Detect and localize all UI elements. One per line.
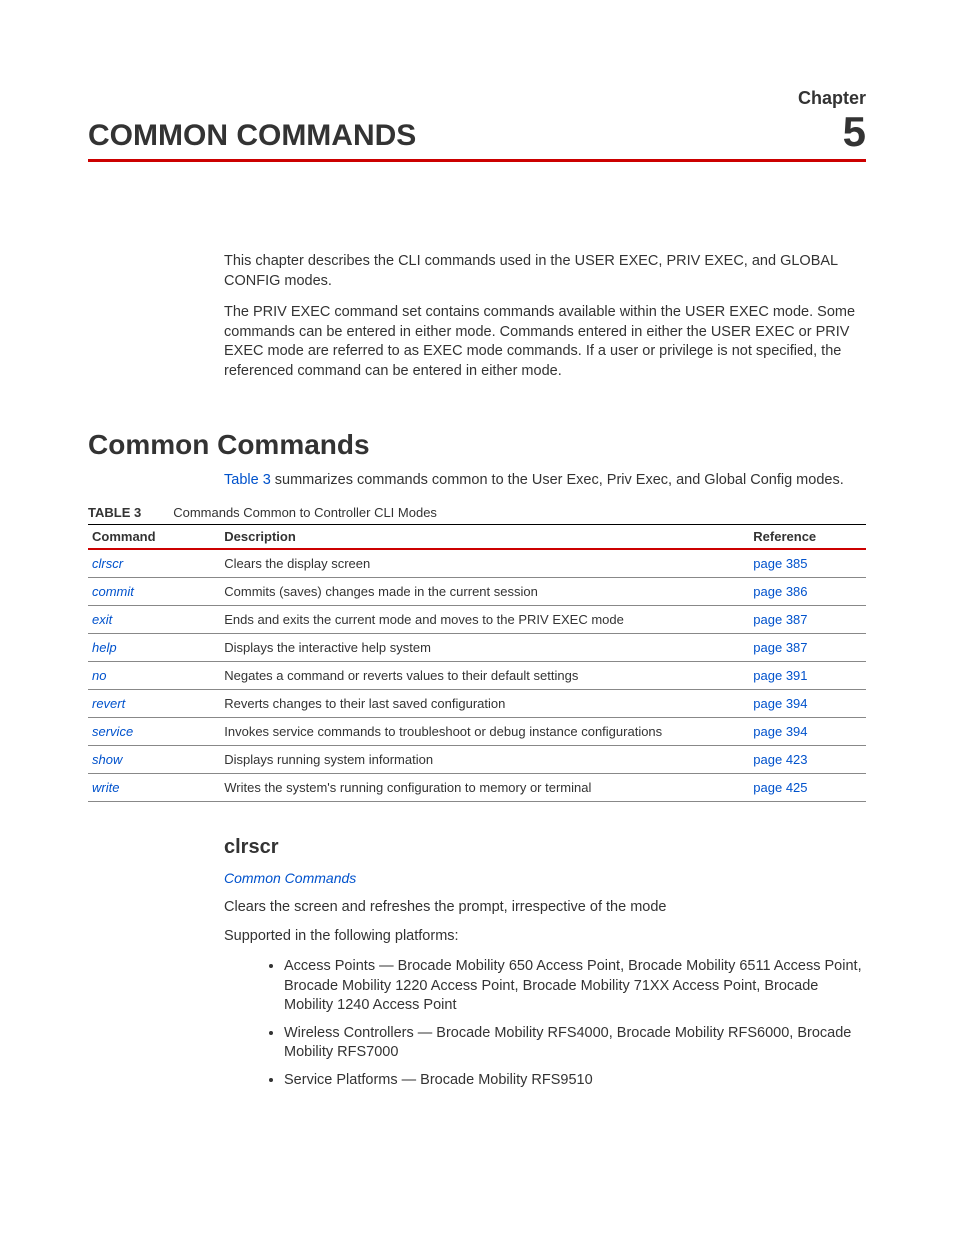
clrscr-description: Clears the screen and refreshes the prom… (224, 898, 866, 918)
page-ref-link[interactable]: page 385 (753, 556, 807, 571)
platform-item: Service Platforms — Brocade Mobility RFS… (284, 1071, 866, 1091)
command-description: Displays running system information (220, 745, 749, 773)
page-ref-link[interactable]: page 387 (753, 640, 807, 655)
table-caption-text: Commands Common to Controller CLI Modes (173, 505, 437, 520)
commands-table: Command Description Reference clrscr Clea… (88, 524, 866, 802)
table-caption: TABLE 3 Commands Common to Controller CLI… (88, 505, 866, 520)
table-row: show Displays running system information p… (88, 745, 866, 773)
command-link[interactable]: write (92, 780, 119, 795)
command-description: Invokes service commands to troubleshoot… (220, 717, 749, 745)
section-heading: Common Commands (88, 429, 866, 461)
col-header-reference: Reference (749, 524, 866, 549)
command-description: Ends and exits the current mode and move… (220, 605, 749, 633)
section-summary: Table 3 summarizes commands common to th… (224, 471, 866, 491)
chapter-title: COMMON COMMANDS (88, 119, 416, 153)
clrscr-heading: clrscr (224, 836, 866, 859)
page-ref-link[interactable]: page 386 (753, 584, 807, 599)
command-link[interactable]: show (92, 752, 122, 767)
platform-item: Wireless Controllers — Brocade Mobility … (284, 1024, 866, 1063)
table-row: no Negates a command or reverts values to… (88, 661, 866, 689)
chapter-number: 5 (843, 111, 866, 153)
command-link[interactable]: clrscr (92, 556, 123, 571)
command-link[interactable]: revert (92, 696, 125, 711)
table-row: exit Ends and exits the current mode and … (88, 605, 866, 633)
page-ref-link[interactable]: page 387 (753, 612, 807, 627)
page-ref-link[interactable]: page 394 (753, 724, 807, 739)
command-description: Commits (saves) changes made in the curr… (220, 577, 749, 605)
command-description: Displays the interactive help system (220, 633, 749, 661)
supported-label: Supported in the following platforms: (224, 927, 866, 947)
command-link[interactable]: exit (92, 612, 112, 627)
table-ref-link[interactable]: Table 3 (224, 472, 271, 488)
command-link[interactable]: service (92, 724, 133, 739)
breadcrumb-link[interactable]: Common Commands (224, 869, 866, 888)
page-ref-link[interactable]: page 423 (753, 752, 807, 767)
chapter-header: COMMON COMMANDS 5 (88, 111, 866, 162)
col-header-command: Command (88, 524, 220, 549)
table-row: clrscr Clears the display screen page 385 (88, 549, 866, 578)
table-row: service Invokes service commands to troub… (88, 717, 866, 745)
section-summary-rest: summarizes commands common to the User E… (271, 472, 844, 488)
page-ref-link[interactable]: page 425 (753, 780, 807, 795)
platforms-list: Access Points — Brocade Mobility 650 Acc… (224, 957, 866, 1090)
page: Chapter COMMON COMMANDS 5 This chapter d… (0, 0, 954, 1235)
command-link[interactable]: commit (92, 584, 134, 599)
command-description: Reverts changes to their last saved conf… (220, 689, 749, 717)
page-ref-link[interactable]: page 391 (753, 668, 807, 683)
command-link[interactable]: help (92, 640, 117, 655)
intro-block: This chapter describes the CLI commands … (224, 252, 866, 381)
command-description: Negates a command or reverts values to t… (220, 661, 749, 689)
command-link[interactable]: no (92, 668, 106, 683)
platform-item: Access Points — Brocade Mobility 650 Acc… (284, 957, 866, 1016)
intro-paragraph-1: This chapter describes the CLI commands … (224, 252, 866, 291)
table-row: help Displays the interactive help system… (88, 633, 866, 661)
table-row: commit Commits (saves) changes made in th… (88, 577, 866, 605)
clrscr-body: Common Commands Clears the screen and re… (224, 869, 866, 1090)
command-description: Clears the display screen (220, 549, 749, 578)
chapter-label: Chapter (88, 88, 866, 109)
page-ref-link[interactable]: page 394 (753, 696, 807, 711)
table-row: write Writes the system's running configu… (88, 773, 866, 801)
command-description: Writes the system's running configuratio… (220, 773, 749, 801)
table-label: TABLE 3 (88, 505, 141, 520)
col-header-description: Description (220, 524, 749, 549)
intro-paragraph-2: The PRIV EXEC command set contains comma… (224, 303, 866, 381)
table-row: revert Reverts changes to their last save… (88, 689, 866, 717)
